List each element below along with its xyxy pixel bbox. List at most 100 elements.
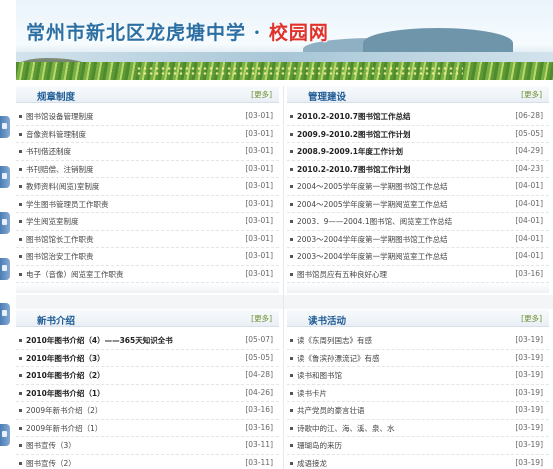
item-title[interactable]: 图书宣传（2） — [26, 458, 76, 469]
panel-management: 管理建设 更多 2010.2-2010.7图书馆工作总结 [06-28] 2009… — [287, 86, 549, 293]
item-date: [05-05] — [245, 352, 273, 362]
list-item[interactable]: 书刊赔偿、注销制度 [03-01] — [16, 161, 279, 178]
list-item[interactable]: 读《东周列国志》有感 [03-19] — [287, 332, 549, 350]
item-title[interactable]: 2003～2004学年度第一学期图书馆工作总结 — [297, 234, 448, 245]
list-item[interactable]: 诗歌中的江、海、溪、泉、水 [03-19] — [287, 420, 549, 437]
list-item[interactable]: 图书馆员应有五种良好心理 [03-16] — [287, 266, 549, 283]
item-title[interactable]: 2003～2004学年度第一学期阅览室工作总结 — [297, 251, 448, 262]
item-title[interactable]: 音像资料管理制度 — [26, 129, 86, 140]
item-title[interactable]: 图书馆治安工作职责 — [26, 251, 94, 262]
list-item[interactable]: 珊瑚岛的来历 [03-19] — [287, 437, 549, 455]
site-title-accent: 校园网 — [268, 22, 329, 44]
list-item[interactable]: 2010年图书介绍（1） [04-26] — [16, 385, 279, 402]
list-item[interactable]: 2004～2005学年度第一学期阅览室工作总结 [04-01] — [287, 196, 549, 213]
list-item[interactable]: 学生图书管理员工作职责 [03-01] — [16, 196, 279, 213]
item-title[interactable]: 图书馆设备管理制度 — [26, 111, 94, 122]
item-title[interactable]: 2010年图书介绍（1） — [26, 388, 105, 399]
list-item[interactable]: 共产党员的豪言壮语 [03-19] — [287, 402, 549, 420]
list-item[interactable]: 2010年图书介绍（2） [04-28] — [16, 367, 279, 385]
list-item[interactable]: 电子（音像）阅览室工作职责 [03-01] — [16, 266, 279, 283]
list-item[interactable]: 2010年图书介绍（4）——365天知识全书 [05-07] — [16, 332, 279, 350]
item-title[interactable]: 2009年新书介绍（1） — [26, 423, 102, 434]
item-title[interactable]: 电子（音像）阅览室工作职责 — [26, 269, 124, 280]
item-title[interactable]: 2008.9-2009.1年度工作计划 — [297, 146, 403, 157]
list-item[interactable]: 2003～2004学年度第一学期阅览室工作总结 [04-01] — [287, 248, 549, 266]
item-title[interactable]: 2010年图书介绍（4）——365天知识全书 — [26, 335, 173, 346]
list-item[interactable]: 2010年图书介绍（3） [05-05] — [16, 350, 279, 367]
more-link[interactable]: 更多 — [521, 313, 542, 324]
item-title[interactable]: 教师资料(阅览)室制度 — [26, 181, 99, 192]
list-item[interactable]: 图书宣传（2） [03-11] — [16, 455, 279, 469]
list-item[interactable]: 2010.2-2010.7图书馆工作总结 [06-28] — [287, 108, 549, 126]
list-item[interactable]: 读书和图书馆 [03-19] — [287, 367, 549, 385]
list-item[interactable]: 图书馆馆长工作职责 [03-01] — [16, 231, 279, 248]
item-date: [04-23] — [515, 163, 543, 173]
item-date: [03-19] — [515, 457, 543, 467]
side-nav-tab-5[interactable] — [0, 303, 10, 325]
item-title[interactable]: 书刊赔偿、注销制度 — [26, 164, 94, 175]
list-item[interactable]: 读书卡片 [03-19] — [287, 385, 549, 402]
list-item[interactable]: 教师资料(阅览)室制度 [03-01] — [16, 178, 279, 196]
item-title[interactable]: 读《鲁滨孙漂流记》有感 — [297, 353, 380, 364]
item-date: [06-28] — [515, 111, 543, 120]
item-title[interactable]: 2009年新书介绍（2） — [26, 405, 102, 416]
list-item[interactable]: 音像资料管理制度 [03-01] — [16, 126, 279, 143]
item-title[interactable]: 读书和图书馆 — [297, 370, 342, 381]
item-title[interactable]: 2009.9-2010.2图书馆工作计划 — [297, 129, 411, 140]
item-title[interactable]: 读《东周列国志》有感 — [297, 335, 372, 346]
list-item[interactable]: 2003～2004学年度第一学期图书馆工作总结 [04-01] — [287, 231, 549, 248]
item-title[interactable]: 珊瑚岛的来历 — [297, 440, 342, 451]
list-item[interactable]: 书刊借还制度 [03-01] — [16, 143, 279, 161]
side-nav-tab-4[interactable] — [0, 258, 10, 280]
list-item[interactable]: 2009年新书介绍（2） [03-16] — [16, 402, 279, 420]
list-item[interactable]: 2009年新书介绍（1） [03-16] — [16, 420, 279, 437]
list-item[interactable]: 2004～2005学年度第一学期图书馆工作总结 [04-01] — [287, 178, 549, 196]
list-item[interactable]: 图书宣传（3） [03-11] — [16, 437, 279, 455]
list-item[interactable]: 2003．9——2004.1图书馆、阅览室工作总结 [04-01] — [287, 213, 549, 231]
item-title[interactable]: 图书馆馆长工作职责 — [26, 234, 94, 245]
side-nav-tab-6[interactable] — [0, 424, 10, 446]
list-item[interactable]: 图书馆治安工作职责 [03-01] — [16, 248, 279, 266]
item-title[interactable]: 共产党员的豪言壮语 — [297, 405, 365, 416]
item-title[interactable]: 学生图书管理员工作职责 — [26, 199, 109, 210]
item-title[interactable]: 图书馆员应有五种良好心理 — [297, 269, 387, 280]
item-title[interactable]: 书刊借还制度 — [26, 146, 71, 157]
item-title[interactable]: 学生阅览室制度 — [26, 216, 79, 227]
more-link[interactable]: 更多 — [251, 89, 272, 100]
item-title[interactable]: 图书宣传（3） — [26, 440, 76, 451]
list-item[interactable]: 2010.2-2010.7图书馆工作计划 [04-23] — [287, 161, 549, 178]
article-list: 图书馆设备管理制度 [03-01] 音像资料管理制度 [03-01] 书刊借还制度 [… — [16, 108, 279, 283]
item-title[interactable]: 2004～2005学年度第一学期阅览室工作总结 — [297, 199, 448, 210]
side-nav-tab-2[interactable] — [0, 166, 10, 188]
side-nav-tab-3[interactable] — [0, 212, 10, 234]
list-item[interactable]: 2008.9-2009.1年度工作计划 [04-29] — [287, 143, 549, 161]
list-item[interactable]: 成语接龙 [03-19] — [287, 455, 549, 469]
bullet-icon — [19, 426, 22, 430]
bullet-icon — [290, 255, 293, 258]
list-item[interactable]: 读《鲁滨孙漂流记》有感 [03-19] — [287, 350, 549, 367]
list-item[interactable]: 学生阅览室制度 [03-01] — [16, 213, 279, 231]
list-item[interactable]: 2009.9-2010.2图书馆工作计划 [05-05] — [287, 126, 549, 143]
item-title[interactable]: 成语接龙 — [297, 458, 327, 469]
bullet-icon — [290, 461, 293, 465]
list-item[interactable]: 图书馆设备管理制度 [03-01] — [16, 108, 279, 126]
item-title[interactable]: 2010年图书介绍（3） — [26, 353, 105, 364]
item-title[interactable]: 2003．9——2004.1图书馆、阅览室工作总结 — [297, 216, 452, 227]
bullet-icon — [19, 409, 22, 412]
item-title[interactable]: 诗歌中的江、海、溪、泉、水 — [297, 423, 395, 434]
item-title[interactable]: 2010.2-2010.7图书馆工作总结 — [297, 111, 411, 122]
bullet-icon — [19, 444, 22, 447]
more-link[interactable]: 更多 — [521, 89, 542, 100]
bullet-icon — [290, 150, 293, 153]
bullet-icon — [290, 391, 293, 395]
more-link[interactable]: 更多 — [251, 313, 272, 324]
item-date: [04-01] — [515, 181, 543, 190]
bullet-icon — [19, 255, 22, 258]
item-title[interactable]: 2004～2005学年度第一学期图书馆工作总结 — [297, 181, 448, 192]
item-title[interactable]: 读书卡片 — [297, 388, 327, 399]
side-nav-tab-1[interactable] — [0, 116, 10, 138]
item-title[interactable]: 2010年图书介绍（2） — [26, 370, 105, 381]
bullet-icon — [290, 409, 293, 412]
item-date: [03-01] — [245, 146, 273, 155]
item-title[interactable]: 2010.2-2010.7图书馆工作计划 — [297, 164, 411, 175]
